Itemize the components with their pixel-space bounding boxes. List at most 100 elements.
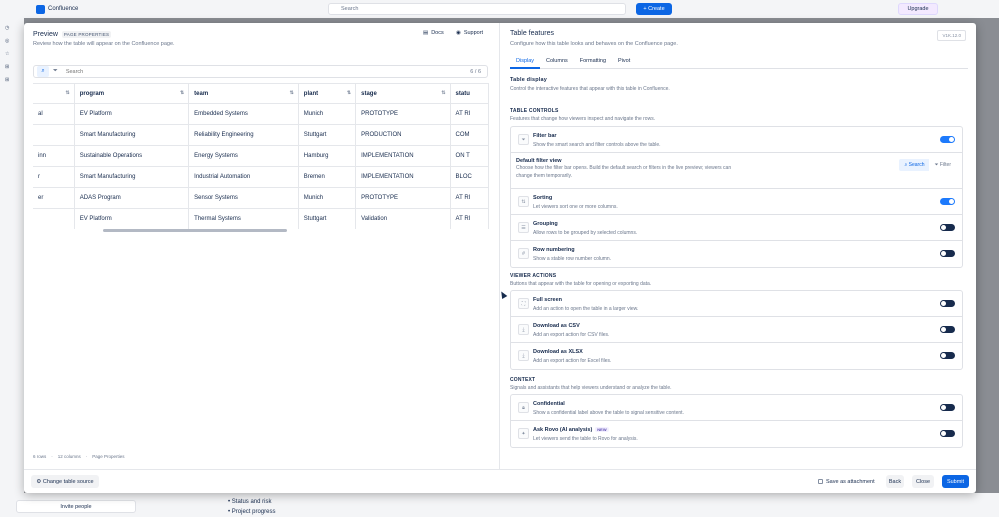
- row-numbering-toggle[interactable]: [940, 250, 955, 257]
- filter-icon[interactable]: ⏷: [53, 68, 58, 75]
- csv-desc: Add an export action for CSV files.: [533, 332, 610, 338]
- filter-bar-toggle[interactable]: [940, 136, 955, 143]
- modal-footer: ⚙ Change table source Save as attachment…: [24, 469, 976, 493]
- search-icon[interactable]: ⌕: [37, 66, 49, 77]
- table-cell: IMPLEMENTATION: [355, 166, 451, 188]
- default-filter-segmented: ⌕ Search ⏷ Filter: [899, 159, 956, 171]
- top-nav: Confluence Search + Create Upgrade: [0, 0, 999, 18]
- default-filter-filter-option[interactable]: ⏷ Filter: [929, 159, 956, 171]
- confidential-label: Confidential: [533, 401, 565, 407]
- csv-label: Download as CSV: [533, 323, 580, 329]
- column-header[interactable]: ⇅: [33, 83, 75, 104]
- sort-icon[interactable]: ⇅: [180, 90, 184, 96]
- lock-icon: 🔒︎: [518, 402, 529, 413]
- table-row: er ADAS Program Sensor Systems Munich PROTOT…: [33, 187, 489, 209]
- preview-table: ⇅ program ⇅ team ⇅ plant ⇅ stage ⇅ statu al E…: [33, 83, 489, 229]
- table-cell: BLOC: [450, 166, 489, 188]
- sidebar-item-icon[interactable]: ⊞: [5, 77, 15, 83]
- rovo-toggle[interactable]: [940, 430, 955, 437]
- numbering-icon: #: [518, 248, 529, 259]
- sort-icon[interactable]: ⇅: [347, 90, 351, 96]
- filter-bar-desc: Show the smart search and filter control…: [533, 142, 661, 148]
- sort-icon[interactable]: ⇅: [290, 90, 294, 96]
- sidebar-item-icon[interactable]: ◎: [5, 38, 15, 44]
- xlsx-label: Download as XLSX: [533, 349, 583, 355]
- grouping-label: Grouping: [533, 221, 558, 227]
- default-filter-search-option[interactable]: ⌕ Search: [899, 159, 930, 171]
- tab-pivot[interactable]: Pivot: [612, 56, 636, 69]
- csv-toggle[interactable]: [940, 326, 955, 333]
- table-cell: AT RI: [450, 208, 489, 229]
- table-cell: Smart Manufacturing: [74, 124, 190, 146]
- grouping-toggle[interactable]: [940, 224, 955, 231]
- tab-display[interactable]: Display: [510, 56, 541, 69]
- table-cell: Embedded Systems: [188, 103, 299, 125]
- rovo-row: ✦ Ask Rovo (AI analysis) NEW Let viewers …: [511, 421, 962, 447]
- change-table-source-button[interactable]: ⚙ Change table source: [31, 475, 99, 488]
- column-header[interactable]: plant ⇅: [298, 83, 357, 104]
- table-cell: ADAS Program: [74, 187, 190, 209]
- meta-columns: 12 columns: [57, 454, 81, 459]
- full-screen-row: ⛶ Full screen Add an action to open the …: [511, 291, 962, 317]
- app-logo[interactable]: Confluence: [36, 4, 79, 14]
- sorting-toggle[interactable]: [940, 198, 955, 205]
- tab-formatting[interactable]: Formatting: [574, 56, 612, 69]
- grouping-icon: ☰: [518, 222, 529, 233]
- support-button[interactable]: ◉ Support: [456, 30, 483, 36]
- tab-columns[interactable]: Columns: [540, 56, 574, 69]
- full-screen-toggle[interactable]: [940, 300, 955, 307]
- meta-source: Page Properties: [92, 454, 125, 459]
- sidebar-item-icon[interactable]: ⊞: [5, 64, 15, 70]
- column-header[interactable]: statu: [450, 83, 489, 104]
- xlsx-toggle[interactable]: [940, 352, 955, 359]
- confluence-logo-icon: [36, 4, 45, 14]
- table-row: r Smart Manufacturing Industrial Automatio…: [33, 166, 489, 188]
- table-cell: [33, 124, 75, 146]
- close-button[interactable]: Close: [912, 475, 934, 488]
- table-cell: Bremen: [298, 166, 357, 188]
- grouping-desc: Allow rows to be grouped by selected col…: [533, 230, 638, 236]
- save-as-attachment-checkbox[interactable]: Save as attachment: [818, 475, 882, 488]
- table-cell: Smart Manufacturing: [74, 166, 190, 188]
- upgrade-button[interactable]: Upgrade: [898, 3, 938, 15]
- full-screen-desc: Add an action to open the table in a lar…: [533, 306, 639, 312]
- horizontal-scrollbar[interactable]: [103, 229, 287, 232]
- csv-row: ⤓ Download as CSV Add an export action f…: [511, 317, 962, 343]
- table-search-input[interactable]: [65, 68, 471, 75]
- checkbox-icon[interactable]: [818, 479, 823, 484]
- app-name: Confluence: [48, 6, 79, 12]
- table-row: EV Platform Thermal Systems Stuttgart Valid…: [33, 208, 489, 229]
- column-header[interactable]: program ⇅: [74, 83, 190, 104]
- create-button[interactable]: + Create: [636, 3, 672, 15]
- table-search-bar: ⌕ ⏷ 6 / 6: [33, 65, 488, 78]
- sidebar-item-icon[interactable]: ☆: [5, 51, 15, 57]
- features-subtitle: Configure how this table looks and behav…: [510, 41, 678, 47]
- confidential-toggle[interactable]: [940, 404, 955, 411]
- rovo-label: Ask Rovo (AI analysis) NEW: [533, 427, 609, 433]
- table-cell: PROTOTYPE: [355, 103, 451, 125]
- support-label: Support: [463, 30, 484, 36]
- meta-rows: 6 rows: [33, 454, 47, 459]
- column-header[interactable]: team ⇅: [188, 83, 299, 104]
- meta-separator: ·: [85, 454, 88, 459]
- table-controls-card: ⏷ Filter bar Show the smart search and f…: [510, 126, 963, 268]
- table-cell: IMPLEMENTATION: [355, 145, 451, 167]
- back-button[interactable]: Back: [886, 475, 904, 488]
- preview-panel: Preview PAGE PROPERTIES Review how the t…: [24, 23, 508, 469]
- support-icon: ◉: [456, 30, 461, 36]
- column-header[interactable]: stage ⇅: [355, 83, 451, 104]
- sort-icon[interactable]: ⇅: [66, 90, 70, 96]
- sidebar-item-icon[interactable]: ◷: [5, 25, 15, 31]
- submit-button[interactable]: Submit: [942, 475, 969, 488]
- docs-button[interactable]: ▤ Docs: [423, 30, 444, 36]
- table-cell: COM: [450, 124, 489, 146]
- global-search-input[interactable]: Search: [328, 3, 626, 15]
- table-cell: Industrial Automation: [188, 166, 299, 188]
- features-panel: Table features Configure how this table …: [499, 23, 976, 469]
- page-background: [0, 493, 999, 517]
- sort-icon[interactable]: ⇅: [441, 90, 445, 96]
- download-icon: ⤓: [518, 350, 529, 361]
- invite-people-button[interactable]: Invite people: [16, 500, 136, 513]
- sorting-row: ⇅ Sorting Let viewers sort one or more c…: [511, 189, 962, 215]
- viewer-actions-heading: VIEWER ACTIONS: [510, 273, 557, 279]
